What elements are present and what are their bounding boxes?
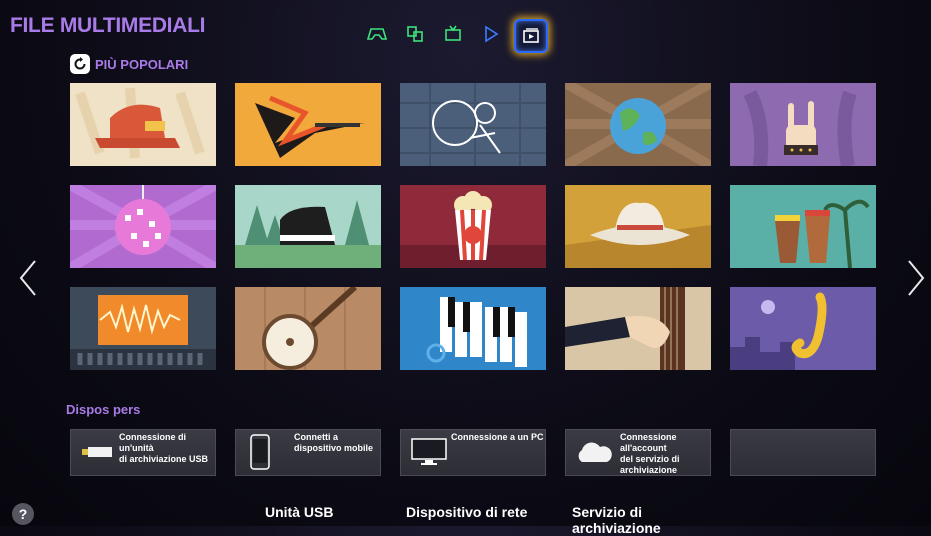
genre-tile-classical[interactable] [235, 185, 381, 268]
device-card-mobile-line1: Connetti a [294, 432, 338, 442]
sound-wave-icon [70, 287, 216, 370]
disco-ball-icon [70, 185, 216, 268]
world-globe-icon [565, 83, 711, 166]
multimedia-icon[interactable] [514, 19, 548, 53]
genre-tile-country[interactable] [565, 185, 711, 268]
device-card-usb-line1: Connessione di un'unità [119, 432, 187, 453]
device-card-mobile[interactable]: Connetti a dispositivo mobile [235, 429, 381, 476]
tv-icon[interactable] [438, 19, 468, 49]
hiphop-cap-icon [70, 83, 216, 166]
device-card-usb[interactable]: Connessione di un'unità di archiviazione… [70, 429, 216, 476]
section-title: PIÙ POPOLARI [95, 56, 189, 72]
apps-icon[interactable] [400, 19, 430, 49]
help-button[interactable]: ? [12, 503, 34, 525]
category-network[interactable]: Dispositivo di rete [406, 504, 527, 520]
genre-tile-hiphop[interactable] [70, 83, 216, 166]
device-card-usb-line2: di archiviazione USB [119, 454, 209, 464]
device-card-mobile-line2: dispositivo mobile [294, 443, 374, 453]
usb-icon [82, 447, 112, 457]
piano-keys-icon [400, 287, 546, 370]
refresh-icon[interactable] [70, 54, 90, 74]
devices-label: Dispos pers [66, 402, 141, 417]
device-card-cloud-line4: archiviazione [620, 465, 678, 475]
device-card-cloud[interactable]: Connessione all'account del servizio di … [565, 429, 711, 476]
neon-guitarist-icon [400, 83, 546, 166]
genre-tile-latin[interactable] [730, 185, 876, 268]
monitor-icon [411, 438, 447, 465]
chevron-left-icon[interactable] [18, 258, 38, 298]
genre-tile-folk[interactable] [235, 287, 381, 370]
category-usb[interactable]: Unità USB [265, 504, 333, 520]
device-card-pc-line1: Connessione a un PC [451, 432, 544, 442]
popcorn-icon [400, 185, 546, 268]
piano-forest-icon [235, 185, 381, 268]
genre-tile-blues[interactable] [565, 287, 711, 370]
popular-header: PIÙ POPOLARI [70, 54, 188, 74]
chevron-right-icon[interactable] [906, 258, 926, 298]
genre-grid [70, 83, 878, 370]
category-storage[interactable]: Servizio di archiviazione [572, 504, 682, 536]
genre-tile-sax[interactable] [730, 287, 876, 370]
play-icon[interactable] [476, 19, 506, 49]
banjo-icon [235, 287, 381, 370]
device-card-cloud-line2: all'account [620, 443, 667, 453]
saxophone-icon [730, 287, 876, 370]
genre-tile-electronic[interactable] [70, 287, 216, 370]
genre-tile-neon[interactable] [400, 83, 546, 166]
genre-tile-world[interactable] [565, 83, 711, 166]
conga-drums-icon [730, 185, 876, 268]
device-card-empty[interactable] [730, 429, 876, 476]
device-card-cloud-line1: Connessione [620, 432, 677, 442]
gamepad-icon[interactable] [362, 19, 392, 49]
phone-icon [250, 434, 270, 470]
mode-bar [362, 19, 548, 53]
genre-tile-rock[interactable] [235, 83, 381, 166]
rock-guitar-icon [235, 83, 381, 166]
cowboy-hat-icon [565, 185, 711, 268]
device-card-pc[interactable]: Connessione a un PC [400, 429, 546, 476]
genre-tile-disco[interactable] [70, 185, 216, 268]
metal-hand-icon [730, 83, 876, 166]
genre-tile-metal[interactable] [730, 83, 876, 166]
genre-tile-jazz-piano[interactable] [400, 287, 546, 370]
genre-tile-movie[interactable] [400, 185, 546, 268]
device-card-cloud-line3: del servizio di [620, 454, 680, 464]
cloud-icon [578, 442, 612, 462]
double-bass-icon [565, 287, 711, 370]
page-title: FILE MULTIMEDIALI [10, 14, 206, 37]
